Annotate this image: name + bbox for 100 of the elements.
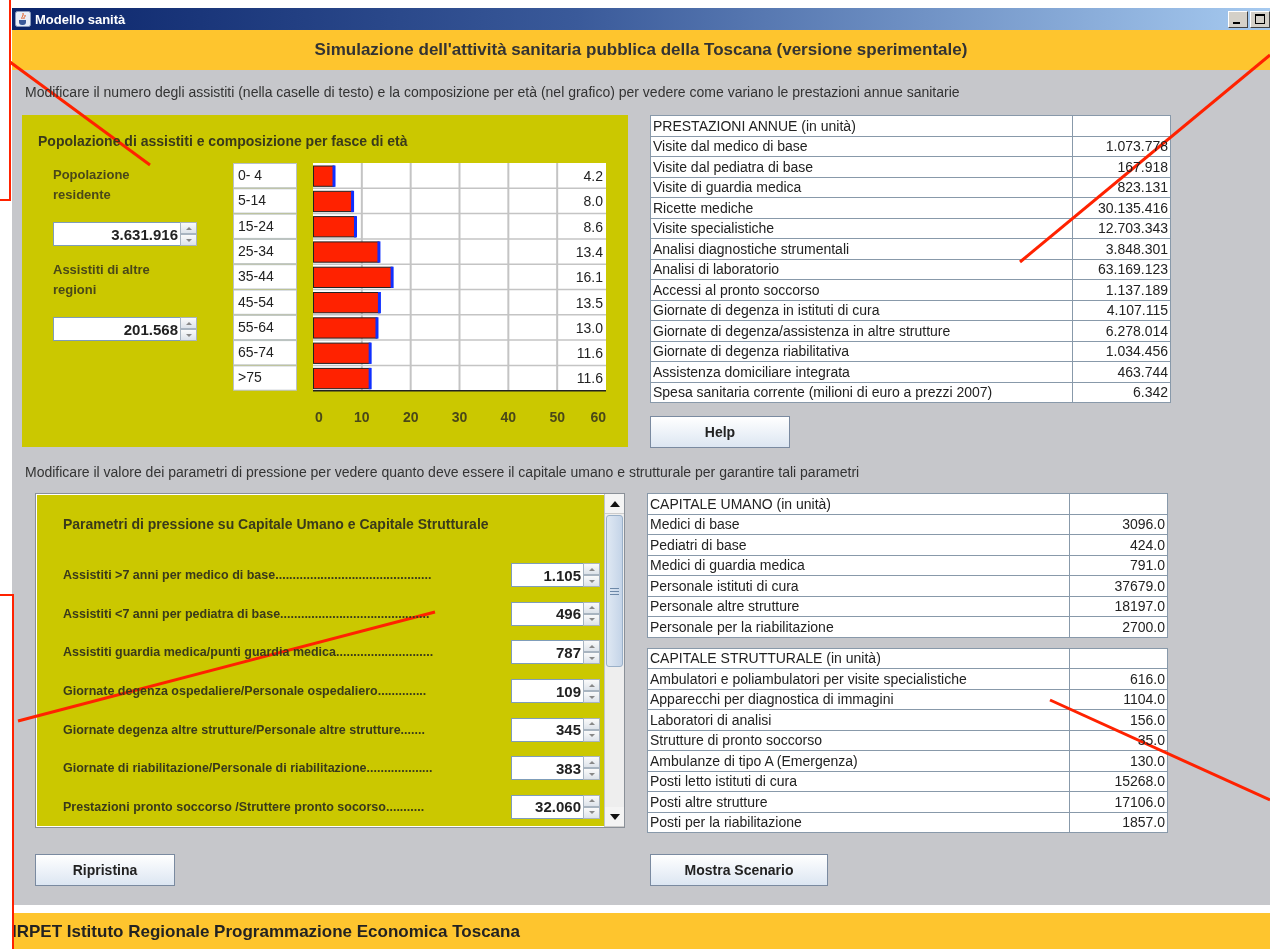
table-cell: 18197.0 bbox=[1069, 596, 1168, 617]
show-scenario-button[interactable]: Mostra Scenario bbox=[650, 854, 828, 886]
number-field[interactable]: 201.568 bbox=[53, 317, 180, 341]
table-cell: 1.034.456 bbox=[1072, 341, 1171, 362]
value-label: 8.6 bbox=[583, 218, 603, 235]
table-cell: 156.0 bbox=[1069, 709, 1168, 730]
spin-up-button[interactable] bbox=[583, 756, 600, 769]
number-field[interactable]: 109 bbox=[511, 679, 583, 704]
spin-down-button[interactable] bbox=[583, 575, 600, 588]
table-cell: 1857.0 bbox=[1069, 812, 1168, 833]
drag-handle[interactable] bbox=[351, 190, 355, 213]
number-field[interactable]: 1.105 bbox=[511, 563, 583, 588]
age-band-label: 5-14 bbox=[238, 192, 267, 209]
value-label: 13.4 bbox=[575, 243, 603, 260]
value-label: 4.2 bbox=[583, 168, 603, 184]
footer-text: IRPET Istituto Regionale Programmazione Economica Toscana bbox=[12, 921, 520, 942]
table-cell: Personale per la riabilitazione bbox=[647, 616, 1070, 637]
bar[interactable] bbox=[313, 266, 393, 288]
drag-handle[interactable] bbox=[377, 241, 381, 263]
axis-tick-label: 50 bbox=[549, 409, 565, 425]
bar[interactable] bbox=[313, 165, 335, 187]
spin-up-button[interactable] bbox=[180, 317, 197, 329]
table-cell: Strutture di pronto soccorso bbox=[647, 730, 1070, 751]
reset-button[interactable]: Ripristina bbox=[35, 854, 175, 886]
spin-down-button[interactable] bbox=[180, 234, 197, 246]
table-cell: Spesa sanitaria corrente (milioni di euro a prezzi 2007) bbox=[650, 382, 1073, 403]
table-cell: Medici di guardia medica bbox=[647, 555, 1070, 576]
maximize-button[interactable] bbox=[1250, 10, 1270, 28]
minimize-button[interactable] bbox=[1228, 10, 1248, 28]
table-cell: Visite di guardia medica bbox=[650, 177, 1073, 198]
parameter-label: Assistiti <7 anni per pediatra di base........................................... bbox=[63, 606, 431, 621]
drag-handle[interactable] bbox=[368, 342, 372, 364]
table-header: CAPITALE UMANO (in unità) bbox=[647, 493, 1070, 514]
drag-handle[interactable] bbox=[390, 266, 394, 288]
spin-down-button[interactable] bbox=[583, 691, 600, 704]
drag-handle[interactable] bbox=[354, 216, 357, 238]
spin-down-button[interactable] bbox=[583, 652, 600, 665]
scroll-down-button[interactable] bbox=[605, 807, 624, 827]
number-field[interactable]: 496 bbox=[511, 601, 583, 626]
table-header: PRESTAZIONI ANNUE (in unità) bbox=[650, 115, 1073, 136]
parameter-label: Giornate degenza altre strutture/Personale altre strutture....... bbox=[63, 722, 426, 737]
table-cell: 424.0 bbox=[1069, 534, 1168, 555]
table-cell: Laboratori di analisi bbox=[647, 709, 1070, 730]
number-field[interactable]: 787 bbox=[511, 640, 583, 665]
age-band-label: 15-24 bbox=[238, 217, 274, 234]
bar[interactable] bbox=[313, 292, 380, 314]
spin-up-button[interactable] bbox=[583, 717, 600, 730]
table-cell: Pediatri di base bbox=[647, 534, 1070, 555]
number-field[interactable]: 32.060 bbox=[511, 794, 583, 819]
drag-handle[interactable] bbox=[332, 165, 336, 187]
bar[interactable] bbox=[313, 216, 356, 238]
spin-up-button[interactable] bbox=[583, 679, 600, 692]
number-field[interactable]: 3.631.916 bbox=[53, 222, 180, 246]
table-cell: Giornate di degenza riabilitativa bbox=[650, 341, 1073, 362]
table-cell: 2700.0 bbox=[1069, 616, 1168, 637]
table-cell: 823.131 bbox=[1072, 177, 1171, 198]
parameter-label: Prestazioni pronto soccorso /Struttere pronto socorso........... bbox=[63, 799, 426, 814]
panel-title: Parametri di pressione su Capitale Umano e Capitale Strutturale bbox=[63, 516, 490, 534]
parameter-label: Giornate di riabilitazione/Personale di riabilitazione................... bbox=[63, 761, 434, 776]
scrollbar-thumb[interactable] bbox=[606, 515, 623, 667]
age-band-label: 45-54 bbox=[238, 293, 274, 310]
age-band-cell bbox=[233, 238, 297, 265]
age-band-cell bbox=[233, 340, 297, 366]
axis-tick-label: 20 bbox=[402, 409, 419, 425]
scroll-up-button[interactable] bbox=[605, 494, 624, 514]
table-cell: 30.135.416 bbox=[1072, 197, 1171, 218]
age-band-cell bbox=[233, 314, 297, 341]
field-label: Popolazione residente bbox=[53, 166, 131, 204]
age-band-cell bbox=[233, 213, 297, 239]
axis-tick-label: 0 bbox=[315, 409, 323, 425]
table-cell: Ambulatori e poliambulatori per visite specialistiche bbox=[647, 668, 1070, 689]
age-band-label: 0- 4 bbox=[238, 167, 263, 183]
spin-up-button[interactable] bbox=[583, 640, 600, 653]
number-field[interactable]: 345 bbox=[511, 717, 583, 742]
table-cell: Assistenza domiciliare integrata bbox=[650, 361, 1073, 382]
table-cell: Analisi diagnostiche strumentali bbox=[650, 238, 1073, 259]
bar[interactable] bbox=[313, 367, 371, 390]
drag-handle[interactable] bbox=[375, 317, 379, 339]
age-band-cell bbox=[233, 188, 297, 214]
drag-handle[interactable] bbox=[368, 367, 372, 390]
bar[interactable] bbox=[313, 190, 354, 213]
bar[interactable] bbox=[313, 342, 371, 364]
drag-handle[interactable] bbox=[377, 292, 381, 314]
help-button[interactable]: Help bbox=[650, 416, 790, 448]
number-field[interactable]: 383 bbox=[511, 756, 583, 781]
table-cell: Giornate di degenza in istituti di cura bbox=[650, 300, 1073, 321]
table-cell: Visite dal pediatra di base bbox=[650, 156, 1073, 177]
spin-up-button[interactable] bbox=[583, 563, 600, 576]
table-cell: Ricette mediche bbox=[650, 197, 1073, 218]
axis-tick-label: 10 bbox=[354, 409, 370, 425]
spin-up-button[interactable] bbox=[583, 794, 600, 807]
spin-down-button[interactable] bbox=[180, 329, 197, 341]
age-band-label: 35-44 bbox=[238, 268, 274, 285]
table-cell: 3096.0 bbox=[1069, 514, 1168, 535]
age-band-label: 25-34 bbox=[238, 242, 274, 259]
table-cell: 15268.0 bbox=[1069, 771, 1168, 792]
spin-down-button[interactable] bbox=[583, 768, 600, 781]
spin-up-button[interactable] bbox=[583, 601, 600, 614]
table-cell: 12.703.343 bbox=[1072, 218, 1171, 239]
spin-up-button[interactable] bbox=[180, 222, 197, 234]
